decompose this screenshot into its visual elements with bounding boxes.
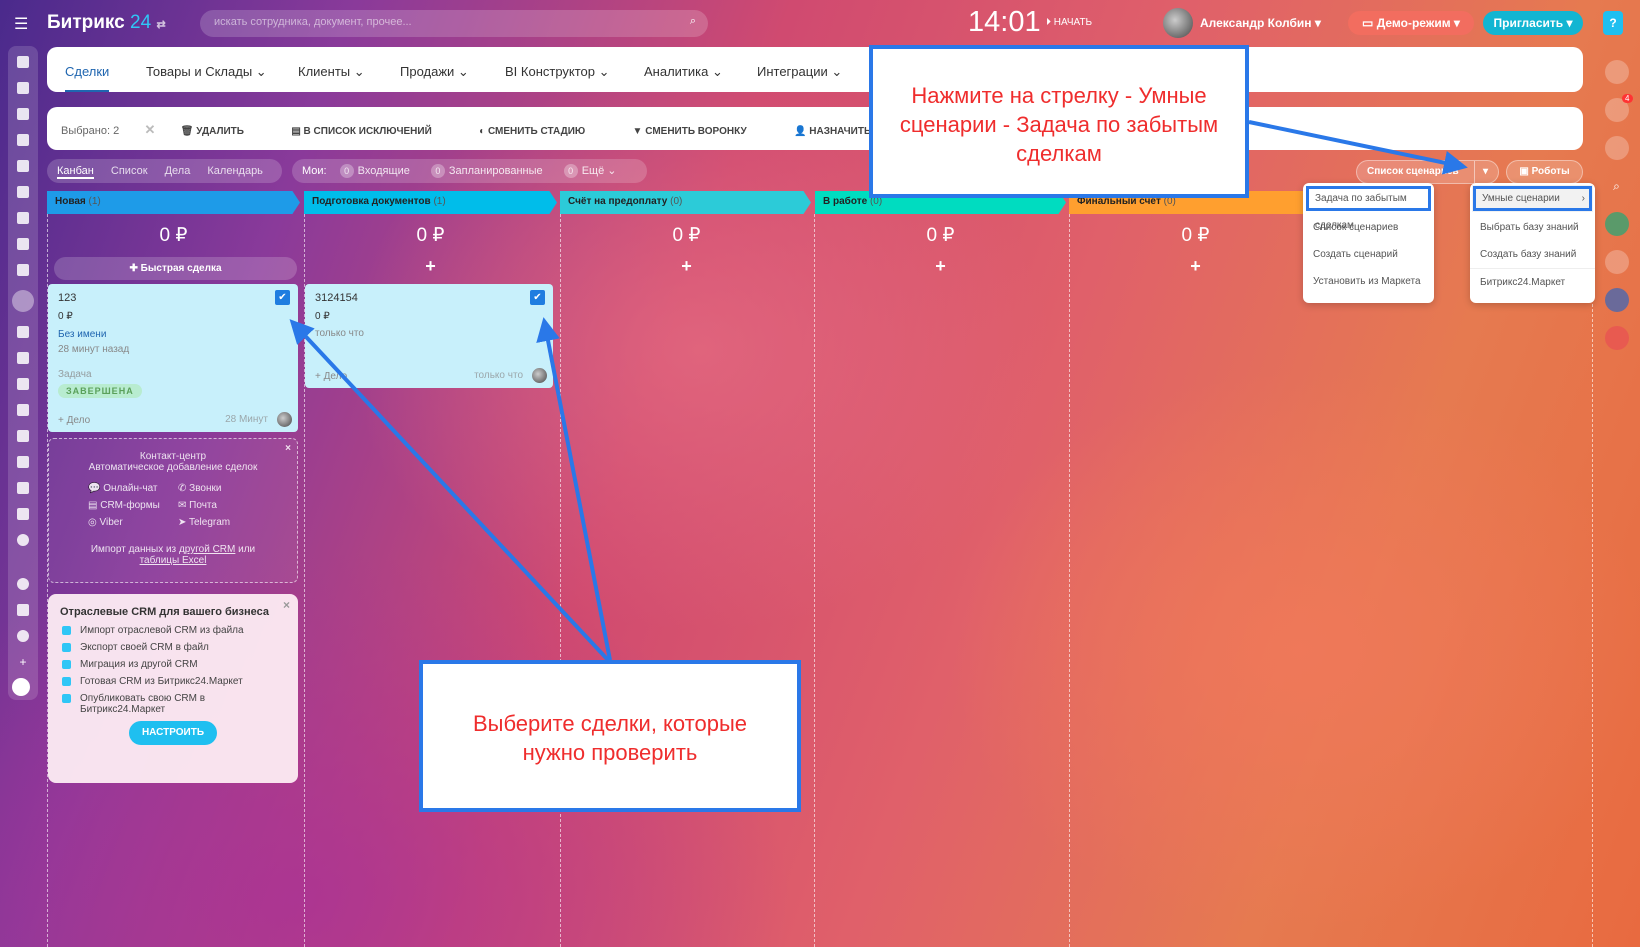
arrow xyxy=(536,317,612,661)
arrow xyxy=(1248,120,1468,175)
arrow xyxy=(289,319,610,662)
annotation-arrows xyxy=(289,120,1468,662)
